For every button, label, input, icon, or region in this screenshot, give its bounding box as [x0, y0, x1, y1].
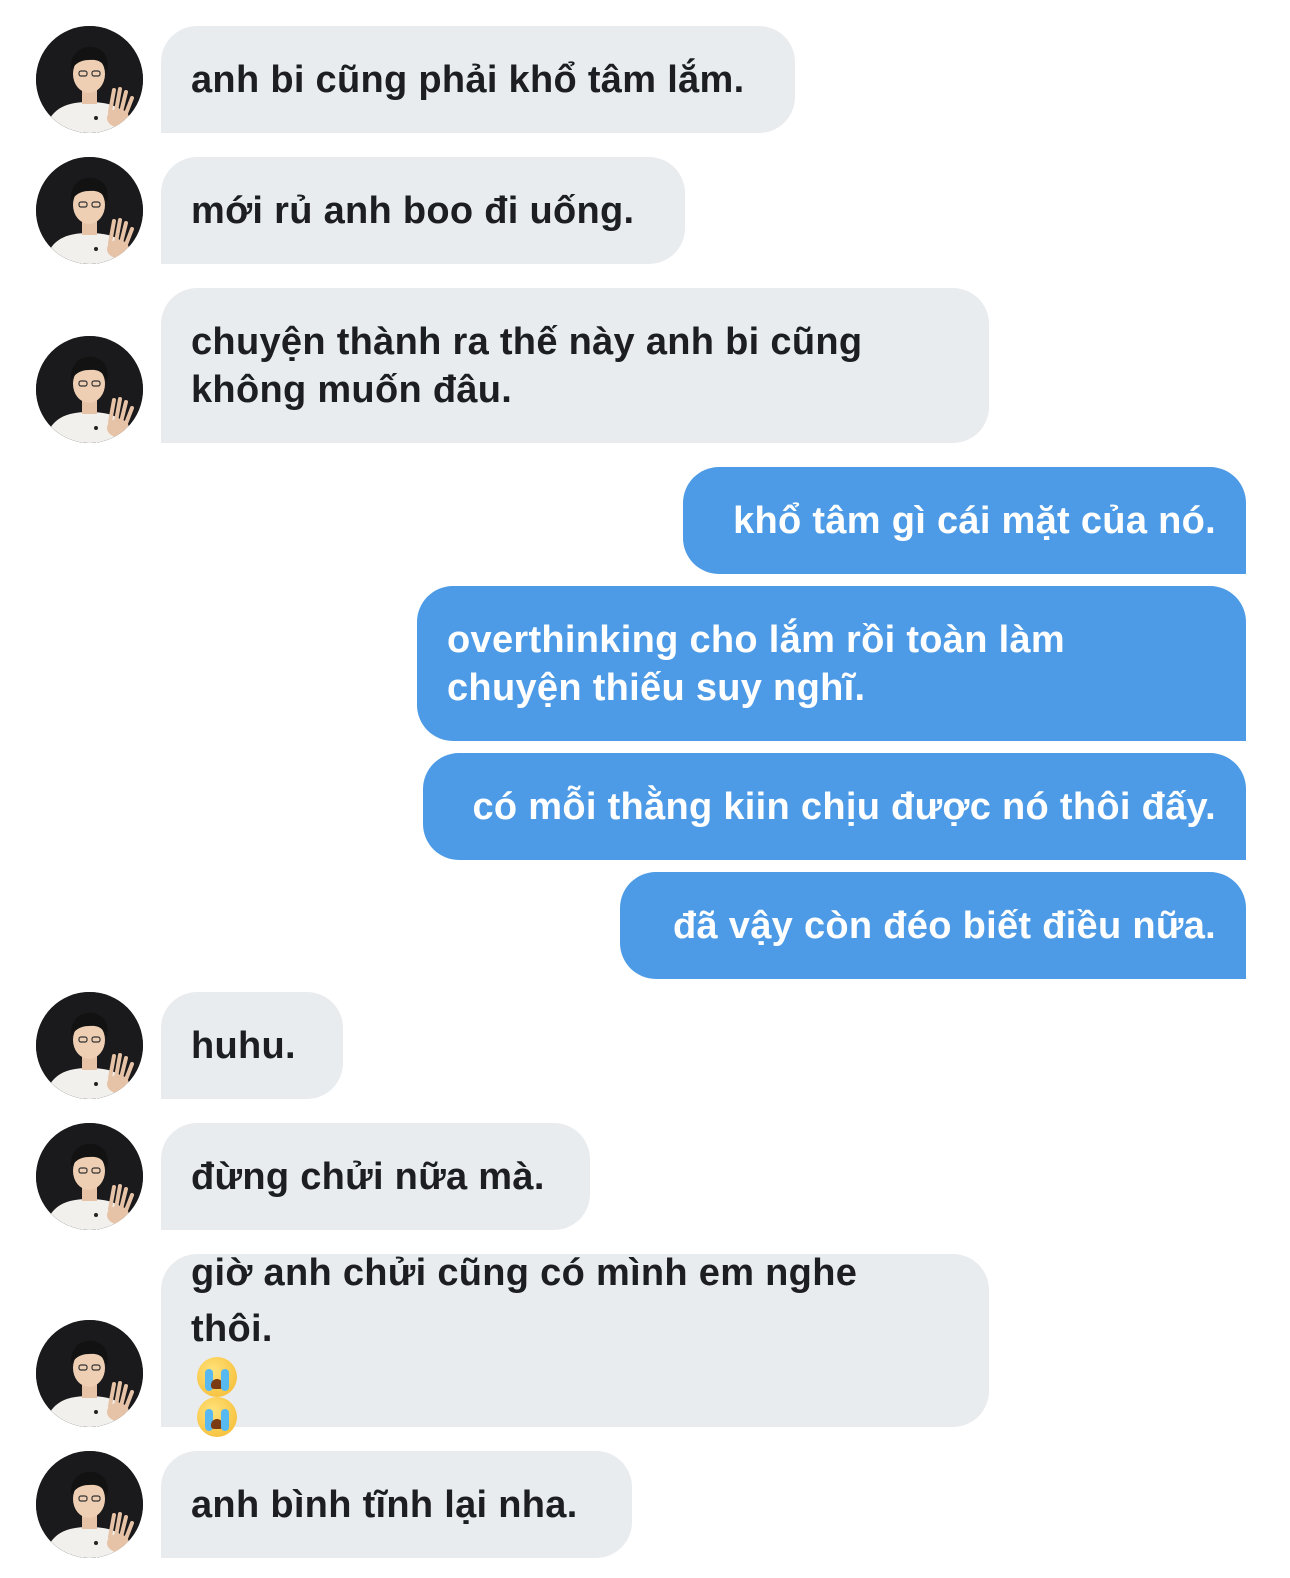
profile-photo-icon — [36, 1451, 143, 1558]
contact-avatar[interactable] — [36, 1451, 143, 1558]
profile-photo-icon — [36, 1123, 143, 1230]
profile-photo-icon — [36, 26, 143, 133]
incoming-message-bubble[interactable]: anh bi cũng phải khổ tâm lắm. — [161, 26, 795, 133]
outgoing-message-bubble[interactable]: đã vậy còn đéo biết điều nữa. — [620, 872, 1246, 979]
message-text: overthinking cho lắm rồi toàn làm chuyện… — [447, 618, 1065, 709]
message-text: khổ tâm gì cái mặt của nó. — [733, 499, 1216, 542]
profile-photo-icon — [36, 157, 143, 264]
profile-photo-icon — [36, 992, 143, 1099]
incoming-message-bubble[interactable]: anh bình tĩnh lại nha. — [161, 1451, 632, 1558]
incoming-message-bubble[interactable]: chuyện thành ra thế này anh bi cũng khôn… — [161, 288, 989, 443]
profile-photo-icon — [36, 1320, 143, 1427]
incoming-message-bubble[interactable]: mới rủ anh boo đi uống. — [161, 157, 685, 264]
contact-avatar[interactable] — [36, 157, 143, 264]
crying-face-icon — [197, 1396, 237, 1437]
incoming-message-bubble[interactable]: huhu. — [161, 992, 343, 1099]
contact-avatar[interactable] — [36, 26, 143, 133]
outgoing-message-bubble[interactable]: khổ tâm gì cái mặt của nó. — [683, 467, 1246, 574]
contact-avatar[interactable] — [36, 1123, 143, 1230]
crying-face-icon — [197, 1356, 237, 1397]
contact-avatar[interactable] — [36, 1320, 143, 1427]
message-text: anh bình tĩnh lại nha. — [191, 1483, 578, 1526]
message-text: anh bi cũng phải khổ tâm lắm. — [191, 58, 745, 101]
message-text: chuyện thành ra thế này anh bi cũng khôn… — [191, 320, 863, 411]
message-text: mới rủ anh boo đi uống. — [191, 189, 635, 232]
outgoing-message-bubble[interactable]: overthinking cho lắm rồi toàn làm chuyện… — [417, 586, 1246, 741]
message-text: giờ anh chửi cũng có mình em nghe thôi. — [191, 1245, 857, 1437]
contact-avatar[interactable] — [36, 336, 143, 443]
outgoing-message-bubble[interactable]: có mỗi thằng kiin chịu được nó thôi đấy. — [423, 753, 1246, 860]
message-text: có mỗi thằng kiin chịu được nó thôi đấy. — [472, 785, 1216, 828]
incoming-message-bubble[interactable]: đừng chửi nữa mà. — [161, 1123, 590, 1230]
message-text: đừng chửi nữa mà. — [191, 1155, 545, 1198]
message-text: đã vậy còn đéo biết điều nữa. — [672, 904, 1216, 947]
incoming-message-bubble[interactable]: giờ anh chửi cũng có mình em nghe thôi. — [161, 1252, 989, 1437]
message-text: huhu. — [191, 1024, 296, 1067]
profile-photo-icon — [36, 336, 143, 443]
contact-avatar[interactable] — [36, 992, 143, 1099]
